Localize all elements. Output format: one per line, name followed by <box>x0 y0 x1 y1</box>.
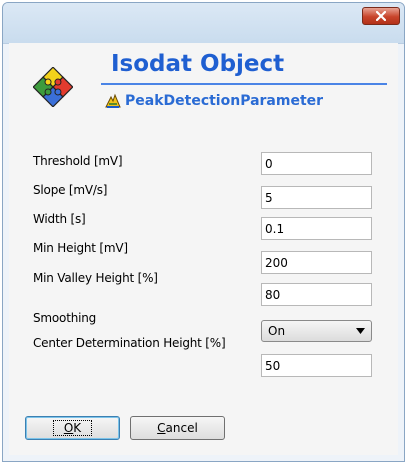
dialog-window: Isodat Object PeakDetectionParameter Thr… <box>2 2 405 462</box>
min-height-label: Min Height [mV] <box>33 241 128 255</box>
title-bar[interactable] <box>3 3 404 44</box>
object-subtitle: PeakDetectionParameter <box>105 93 323 109</box>
app-title: Isodat Object <box>111 51 285 77</box>
dialog-content: Isodat Object PeakDetectionParameter Thr… <box>9 43 398 455</box>
cancel-label: Cancel <box>157 421 198 435</box>
title-divider <box>101 83 387 85</box>
smoothing-value: On <box>268 324 286 338</box>
min-height-input[interactable] <box>261 251 372 274</box>
cancel-button[interactable]: Cancel <box>130 416 225 440</box>
peak-detection-icon <box>105 93 121 108</box>
min-valley-height-label: Min Valley Height [%] <box>33 271 158 285</box>
center-determination-label: Center Determination Height [%] <box>33 336 226 350</box>
slope-input[interactable] <box>261 186 372 209</box>
threshold-label: Threshold [mV] <box>33 154 123 168</box>
center-determination-input[interactable] <box>261 354 372 377</box>
width-input[interactable] <box>261 217 372 240</box>
close-icon <box>376 11 386 21</box>
ok-label: OK <box>52 420 93 436</box>
min-valley-height-input[interactable] <box>261 283 372 306</box>
threshold-input[interactable] <box>261 152 372 175</box>
smoothing-select[interactable]: On <box>261 320 372 342</box>
chevron-down-icon <box>356 328 365 334</box>
puzzle-logo-icon <box>33 67 73 107</box>
object-subtitle-text: PeakDetectionParameter <box>125 93 324 109</box>
smoothing-label: Smoothing <box>33 311 97 325</box>
close-button[interactable] <box>362 7 400 25</box>
slope-label: Slope [mV/s] <box>33 183 108 197</box>
ok-button[interactable]: OK <box>25 416 120 440</box>
width-label: Width [s] <box>33 212 86 226</box>
